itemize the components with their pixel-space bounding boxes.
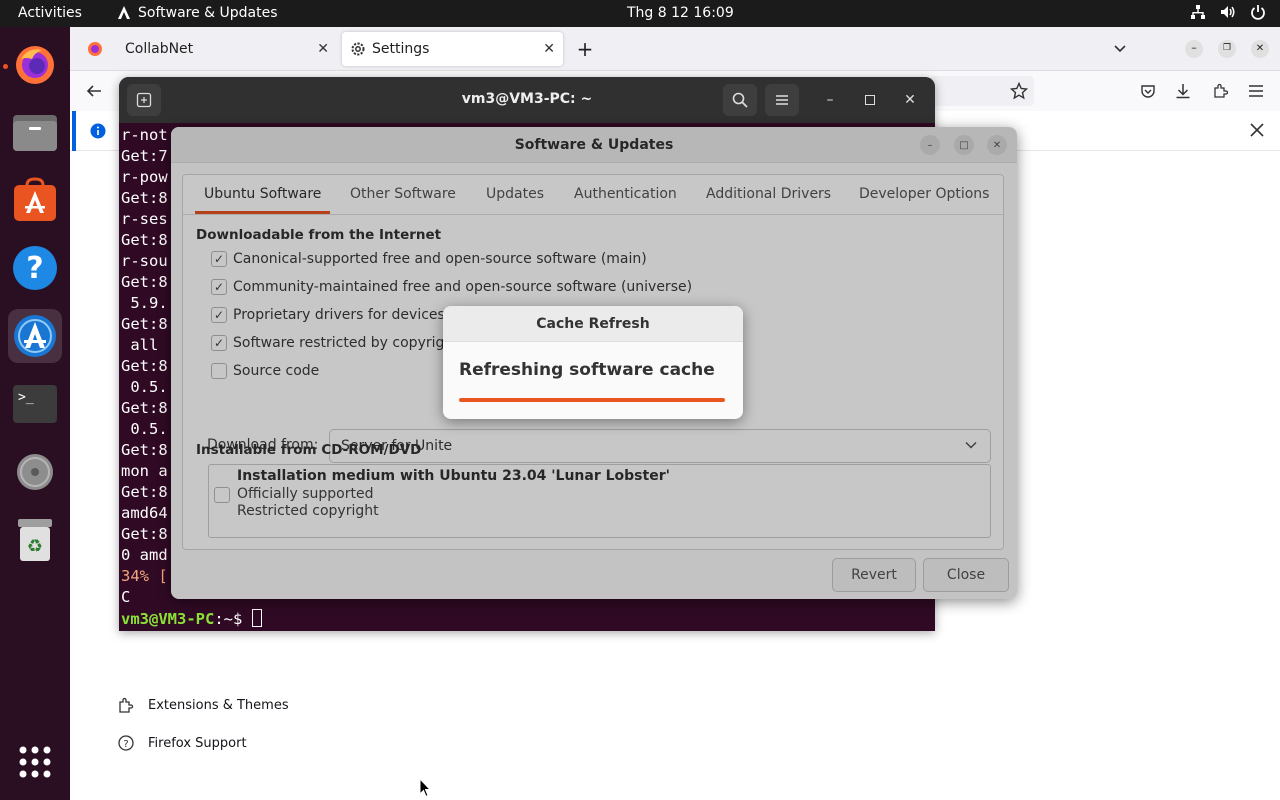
ubuntu-software-icon [14,177,56,221]
close-tab-icon[interactable]: ✕ [317,41,329,57]
link-label: Firefox Support [148,735,247,751]
dock-firefox[interactable] [8,37,62,91]
star-icon[interactable] [1010,82,1028,100]
info-icon [90,123,106,139]
app-menu[interactable]: Software & Updates [116,5,278,21]
search-button[interactable] [723,84,757,116]
extensions-icon[interactable] [1212,83,1228,99]
prompt-user: vm3@VM3-PC [121,610,215,628]
show-apps-button[interactable] [8,735,62,789]
dock-terminal[interactable]: >_ [8,377,62,431]
app-menu-label: Software & Updates [138,5,278,21]
back-arrow-icon[interactable] [86,83,102,99]
dock-trash[interactable]: ♻ [8,513,62,567]
minimize-button[interactable]: – [1184,32,1204,66]
close-button[interactable]: ✕ [893,84,927,116]
prompt-rest: :~$ [214,610,252,628]
firefox-support-link[interactable]: ? Firefox Support [118,735,247,751]
cache-refresh-message: Refreshing software cache [459,360,715,380]
volume-icon [1221,6,1235,18]
progress-fill [459,398,725,402]
close-icon: ✕ [904,92,916,108]
tab-settings[interactable]: Settings ✕ [342,32,563,66]
new-tab-button[interactable]: + [573,32,597,66]
url-bar[interactable] [930,76,1034,106]
maximize-icon [865,95,875,105]
activities-button[interactable]: Activities [18,5,82,21]
network-icon [1191,5,1205,19]
progress-bar [459,398,725,402]
close-notice-icon[interactable] [1250,123,1264,137]
minimize-icon: – [826,92,834,108]
puzzle-icon [119,697,134,713]
dock-ubuntu-software[interactable] [8,173,62,227]
notice-accent [72,111,76,151]
minimize-button[interactable]: – [813,84,847,116]
disc-icon [17,454,53,490]
terminal-prompt[interactable]: vm3@VM3-PC:~$ [121,609,262,628]
dock: ? >_ ♻ [0,27,70,800]
terminal-cursor [251,609,262,627]
cache-refresh-title: Cache Refresh [536,316,650,332]
clock[interactable]: Thg 8 12 16:09 [627,5,734,21]
dock-software-updater[interactable] [8,309,62,363]
close-icon: ✕ [1251,40,1269,58]
tab-collabnet[interactable]: CollabNet ✕ [115,32,337,66]
hamburger-menu-icon [776,95,788,105]
close-tab-icon[interactable]: ✕ [543,41,555,57]
maximize-button[interactable]: ❐ [1217,32,1237,66]
menu-button[interactable] [765,84,799,116]
download-icon[interactable] [1175,83,1191,99]
chevron-down-icon [1114,45,1126,53]
cache-refresh-dialog: Cache Refresh Refreshing software cache [443,306,743,419]
firefox-view-button[interactable] [80,32,110,66]
maximize-button[interactable] [853,84,887,116]
cache-refresh-header: Cache Refresh [443,306,743,342]
link-label: Extensions & Themes [148,697,289,713]
tab-strip: CollabNet ✕ Settings ✕ + – ❐ ✕ [70,27,1280,71]
software-updater-icon [118,6,130,19]
svg-text:♻: ♻ [27,536,43,557]
tab-label: Settings [372,41,430,57]
tab-label: CollabNet [125,41,194,57]
software-updater-icon [14,315,56,357]
hamburger-menu-icon[interactable] [1248,83,1264,99]
power-icon [1251,5,1265,20]
system-tray[interactable] [1190,4,1266,20]
close-window-button[interactable]: ✕ [1250,32,1270,66]
plus-icon: + [576,37,594,61]
terminal-header: vm3@VM3-PC: ~ – ✕ [119,77,935,123]
apps-grid-icon [19,746,51,778]
maximize-icon: ❐ [1218,40,1236,58]
firefox-icon [88,42,102,56]
files-icon [13,115,57,151]
minimize-icon: – [1185,40,1203,58]
firefox-icon [16,46,54,84]
gear-icon [351,42,365,56]
top-bar: Activities Software & Updates Thg 8 12 1… [0,0,1280,27]
trash-icon: ♻ [18,519,52,561]
dock-help[interactable]: ? [8,241,62,295]
dock-disc[interactable] [8,445,62,499]
help-icon: ? [13,246,57,290]
svg-text:?: ? [123,739,128,750]
mouse-cursor-icon [419,778,431,798]
dock-files[interactable] [8,105,62,159]
extensions-themes-link[interactable]: Extensions & Themes [118,697,289,713]
pocket-icon[interactable] [1140,83,1156,99]
search-icon [732,92,748,108]
help-circle-icon: ? [118,735,134,751]
list-tabs-button[interactable] [1110,32,1130,66]
terminal-icon: >_ [13,385,57,423]
svg-text:>_: >_ [18,390,34,405]
svg-text:?: ? [26,251,43,286]
